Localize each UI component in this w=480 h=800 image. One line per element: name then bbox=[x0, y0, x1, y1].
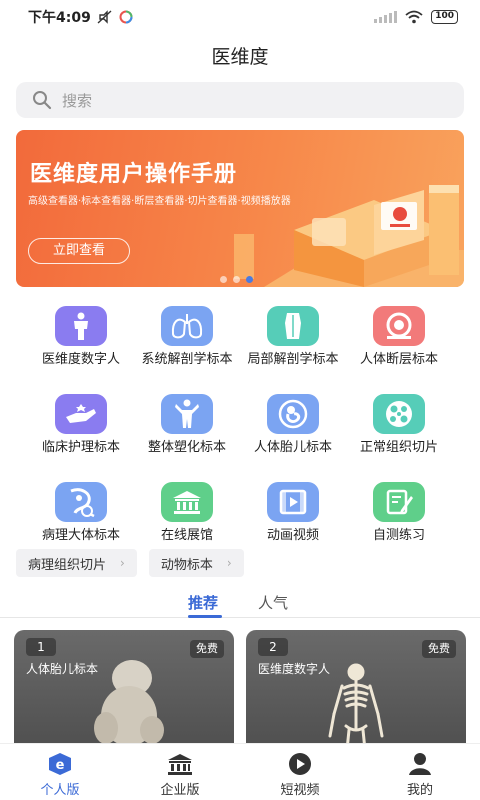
bottom-navigation: e 个人版 企业版 短视频 我的 bbox=[0, 743, 480, 800]
view-now-button[interactable]: 立即查看 bbox=[28, 238, 130, 264]
svg-text:e: e bbox=[56, 758, 65, 773]
profile-icon bbox=[409, 753, 431, 775]
category-animation-video[interactable]: 动画视频 bbox=[240, 482, 346, 560]
category-self-test[interactable]: 自测练习 bbox=[346, 482, 452, 560]
banner-subtitle: 高级查看器·标本查看器·断层查看器·切片查看器·视频播放器 bbox=[28, 196, 291, 207]
category-digital-human[interactable]: 医维度数字人 bbox=[28, 306, 134, 384]
free-badge: 免费 bbox=[422, 640, 456, 658]
enterprise-building-icon bbox=[168, 754, 192, 775]
content-card[interactable]: 1 免费 人体胎儿标本 bbox=[14, 630, 234, 760]
category-label: 医维度数字人 bbox=[41, 352, 120, 367]
muscle-figure-icon bbox=[161, 394, 213, 434]
category-label: 在线展馆 bbox=[160, 528, 213, 543]
nav-mine[interactable]: 我的 bbox=[360, 744, 480, 800]
category-fetus[interactable]: 人体胎儿标本 bbox=[240, 394, 346, 472]
category-label: 临床护理标本 bbox=[41, 440, 120, 455]
care-hand-icon bbox=[55, 394, 107, 434]
category-systematic-anatomy[interactable]: 系统解剖学标本 bbox=[134, 306, 240, 384]
search-bar[interactable]: 搜索 bbox=[16, 82, 464, 118]
chevron-right-icon: › bbox=[120, 556, 125, 570]
category-grid: 医维度数字人 系统解剖学标本 局部解剖学标本 人体断层标本 临床护理标本 整体塑… bbox=[28, 306, 452, 560]
museum-icon bbox=[161, 482, 213, 522]
mute-icon bbox=[97, 10, 112, 24]
app-notification-icon bbox=[119, 10, 133, 24]
category-label: 人体胎儿标本 bbox=[253, 440, 332, 455]
category-label: 自测练习 bbox=[372, 528, 425, 543]
torso-icon bbox=[267, 306, 319, 346]
nav-label: 个人版 bbox=[40, 783, 80, 798]
category-normal-tissue[interactable]: 正常组织切片 bbox=[346, 394, 452, 472]
tissue-slice-icon bbox=[373, 394, 425, 434]
nav-label: 短视频 bbox=[280, 783, 320, 798]
pathology-icon bbox=[55, 482, 107, 522]
lungs-icon bbox=[161, 306, 213, 346]
personal-edition-icon: e bbox=[49, 753, 71, 775]
category-cross-section[interactable]: 人体断层标本 bbox=[346, 306, 452, 384]
carousel-indicator[interactable] bbox=[220, 276, 253, 283]
rank-badge: 1 bbox=[26, 638, 56, 656]
more-categories: 病理组织切片 › 动物标本 › bbox=[16, 549, 244, 577]
carousel-dot-active[interactable] bbox=[246, 276, 253, 283]
free-badge: 免费 bbox=[190, 640, 224, 658]
battery-icon: 100 bbox=[431, 10, 458, 24]
promo-banner[interactable]: 医维度用户操作手册 高级查看器·标本查看器·断层查看器·切片查看器·视频播放器 … bbox=[16, 130, 464, 287]
page-title: 医维度 bbox=[211, 46, 269, 68]
category-label: 局部解剖学标本 bbox=[247, 352, 339, 367]
carousel-dot[interactable] bbox=[233, 276, 240, 283]
wifi-icon bbox=[405, 10, 423, 24]
content-tabs: 推荐 人气 bbox=[0, 590, 480, 618]
ct-scanner-icon bbox=[373, 306, 425, 346]
carousel-dot[interactable] bbox=[220, 276, 227, 283]
nav-label: 我的 bbox=[406, 783, 433, 798]
status-time: 下午4:09 bbox=[28, 10, 91, 26]
card-title: 医维度数字人 bbox=[258, 662, 331, 676]
film-icon bbox=[267, 482, 319, 522]
play-circle-icon bbox=[289, 753, 311, 775]
category-clinical-care[interactable]: 临床护理标本 bbox=[28, 394, 134, 472]
tab-recommended[interactable]: 推荐 bbox=[188, 592, 218, 613]
nav-label: 企业版 bbox=[160, 783, 200, 798]
content-card[interactable]: 2 免费 医维度数字人 bbox=[246, 630, 466, 760]
category-label: 整体塑化标本 bbox=[147, 440, 226, 455]
chevron-right-icon: › bbox=[226, 556, 232, 570]
category-label: 人体断层标本 bbox=[359, 352, 438, 367]
card-title: 人体胎儿标本 bbox=[26, 662, 99, 676]
rank-badge: 2 bbox=[258, 638, 288, 656]
category-label: 动画视频 bbox=[266, 528, 319, 543]
active-tab-indicator bbox=[188, 615, 222, 618]
category-label: 病理大体标本 bbox=[41, 528, 120, 543]
category-plastination[interactable]: 整体塑化标本 bbox=[134, 394, 240, 472]
category-regional-anatomy[interactable]: 局部解剖学标本 bbox=[240, 306, 346, 384]
search-icon bbox=[33, 91, 52, 110]
category-label: 系统解剖学标本 bbox=[141, 352, 233, 367]
status-bar: 下午4:09 100 bbox=[0, 0, 480, 34]
chip-animal-specimens[interactable]: 动物标本 › bbox=[148, 549, 244, 577]
banner-title: 医维度用户操作手册 bbox=[30, 162, 238, 187]
signal-icon bbox=[374, 11, 398, 23]
banner-illustration bbox=[234, 185, 464, 287]
human-body-icon bbox=[55, 306, 107, 346]
chip-pathology-slices[interactable]: 病理组织切片 › bbox=[16, 549, 137, 577]
nav-personal-edition[interactable]: e 个人版 bbox=[0, 744, 120, 800]
nav-enterprise-edition[interactable]: 企业版 bbox=[120, 744, 240, 800]
chip-label: 病理组织切片 bbox=[28, 557, 107, 573]
tab-popular[interactable]: 人气 bbox=[258, 592, 288, 613]
quiz-icon bbox=[373, 482, 425, 522]
fetus-icon bbox=[267, 394, 319, 434]
category-label: 正常组织切片 bbox=[359, 440, 438, 455]
nav-short-video[interactable]: 短视频 bbox=[240, 744, 360, 800]
chip-label: 动物标本 bbox=[160, 557, 213, 573]
search-placeholder: 搜索 bbox=[62, 91, 93, 110]
